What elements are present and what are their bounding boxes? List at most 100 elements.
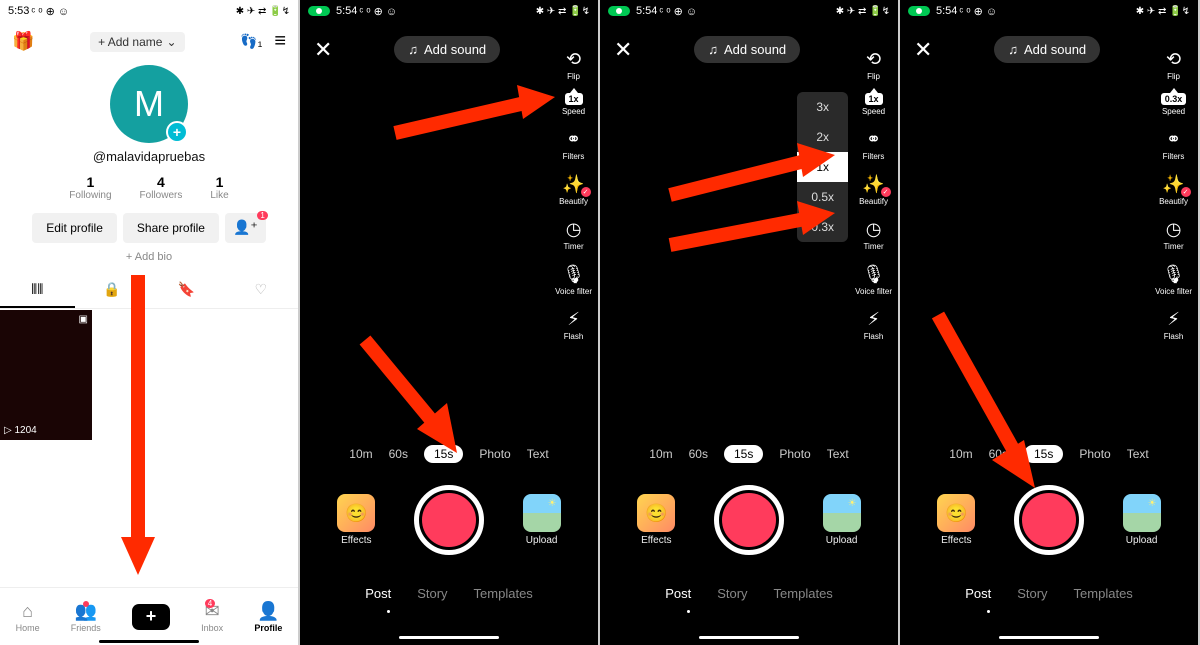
tool-timer[interactable]: ◷Timer [561, 218, 587, 251]
close-icon[interactable]: ✕ [614, 37, 632, 63]
username[interactable]: @malavidapruebas [93, 149, 205, 164]
tool-filters[interactable]: ⚭Filters [1161, 128, 1187, 161]
dur-photo[interactable]: Photo [479, 447, 510, 461]
mode-templates[interactable]: Templates [474, 586, 533, 601]
dur-photo[interactable]: Photo [779, 447, 810, 461]
add-sound-button[interactable]: ♫ Add sound [994, 36, 1100, 63]
dur-text[interactable]: Text [527, 447, 549, 461]
tool-voice-filter[interactable]: 🎙Voice filter [1155, 263, 1192, 296]
timer-icon: ◷ [1161, 218, 1187, 240]
close-icon[interactable]: ✕ [914, 37, 932, 63]
tab-reposts[interactable]: 🔖 [149, 273, 224, 308]
speed-0-3x[interactable]: 0.3x [797, 212, 848, 242]
tool-voice-filter[interactable]: 🎙Voice filter [555, 263, 592, 296]
tool-speed[interactable]: 1xSpeed [562, 93, 585, 116]
tool-speed[interactable]: 1xSpeed [862, 93, 885, 116]
tab-private[interactable]: 🔒 [75, 273, 150, 308]
footprint-icon[interactable]: 👣₁ [240, 33, 262, 50]
effects-button[interactable]: 😊Effects [337, 494, 375, 546]
close-icon[interactable]: ✕ [314, 37, 332, 63]
duration-selector[interactable]: 10m 60s 15s Photo Text [300, 445, 598, 463]
tool-beautify[interactable]: ✨Beautify [559, 173, 588, 206]
mode-selector[interactable]: Post Story Templates [900, 586, 1198, 601]
speed-0-5x[interactable]: 0.5x [797, 182, 848, 212]
nav-inbox[interactable]: ✉4Inbox [201, 601, 223, 633]
tool-filters[interactable]: ⚭Filters [861, 128, 887, 161]
status-icons-left: ᶜ ᵒ ⊕ ☺ [659, 5, 697, 18]
mode-post[interactable]: Post [965, 586, 991, 601]
duration-selector[interactable]: 10m 60s 15s Photo Text [900, 445, 1198, 463]
add-bio-button[interactable]: + Add bio [0, 251, 298, 263]
mode-templates[interactable]: Templates [1074, 586, 1133, 601]
add-sound-button[interactable]: ♫ Add sound [694, 36, 800, 63]
tool-speed[interactable]: 0.3xSpeed [1161, 93, 1187, 116]
dur-text[interactable]: Text [827, 447, 849, 461]
tool-flip[interactable]: ⟲Flip [861, 48, 887, 81]
menu-icon[interactable]: ≡ [274, 30, 286, 53]
dur-10m[interactable]: 10m [949, 447, 972, 461]
record-button[interactable] [1014, 485, 1084, 555]
mode-selector[interactable]: Post Story Templates [300, 586, 598, 601]
speed-2x[interactable]: 2x [797, 122, 848, 152]
record-button[interactable] [714, 485, 784, 555]
tool-timer[interactable]: ◷Timer [1161, 218, 1187, 251]
add-sound-button[interactable]: ♫ Add sound [394, 36, 500, 63]
dur-15s[interactable]: 15s [724, 445, 763, 463]
clock: 5:54 [636, 5, 657, 17]
mode-post[interactable]: Post [365, 586, 391, 601]
avatar[interactable]: M + [110, 65, 188, 143]
tool-filters[interactable]: ⚭Filters [561, 128, 587, 161]
dur-15s[interactable]: 15s [1024, 445, 1063, 463]
dur-10m[interactable]: 10m [649, 447, 672, 461]
tab-grid[interactable]: ⦀⦀ [0, 273, 75, 308]
nav-friends[interactable]: 👥Friends [71, 601, 101, 633]
tool-beautify[interactable]: ✨Beautify [859, 173, 888, 206]
mode-story[interactable]: Story [717, 586, 747, 601]
recording-indicator [608, 6, 630, 16]
effects-button[interactable]: 😊Effects [637, 494, 675, 546]
tool-beautify[interactable]: ✨Beautify [1159, 173, 1188, 206]
nav-create-button[interactable]: + [132, 604, 170, 630]
record-button[interactable] [414, 485, 484, 555]
stat-followers[interactable]: 4Followers [140, 174, 183, 201]
tool-flip[interactable]: ⟲Flip [1161, 48, 1187, 81]
upload-button[interactable]: Upload [823, 494, 861, 546]
duration-selector[interactable]: 10m 60s 15s Photo Text [600, 445, 898, 463]
tool-flash[interactable]: ⚡︎Flash [1161, 308, 1187, 341]
add-name-button[interactable]: + Add name ⌄ [90, 32, 184, 52]
avatar-add-icon[interactable]: + [166, 121, 188, 143]
tool-flash[interactable]: ⚡︎Flash [561, 308, 587, 341]
tool-timer[interactable]: ◷Timer [861, 218, 887, 251]
dur-60s[interactable]: 60s [389, 447, 408, 461]
dur-15s[interactable]: 15s [424, 445, 463, 463]
video-thumbnail[interactable]: ▣ ▷ 1204 [0, 310, 92, 440]
dur-photo[interactable]: Photo [1079, 447, 1110, 461]
stat-likes[interactable]: 1Like [210, 174, 228, 201]
mode-templates[interactable]: Templates [774, 586, 833, 601]
share-profile-button[interactable]: Share profile [123, 213, 219, 243]
edit-profile-button[interactable]: Edit profile [32, 213, 117, 243]
stat-following[interactable]: 1Following [69, 174, 111, 201]
dur-60s[interactable]: 60s [689, 447, 708, 461]
dur-60s[interactable]: 60s [989, 447, 1008, 461]
status-icons-left: ᶜ ᵒ ⊕ ☺ [359, 5, 397, 18]
effects-button[interactable]: 😊Effects [937, 494, 975, 546]
speed-3x[interactable]: 3x [797, 92, 848, 122]
tab-liked[interactable]: ♡ [224, 273, 299, 308]
dur-text[interactable]: Text [1127, 447, 1149, 461]
add-friends-button[interactable]: 👤⁺1 [225, 213, 266, 243]
tool-flip[interactable]: ⟲Flip [561, 48, 587, 81]
mode-story[interactable]: Story [417, 586, 447, 601]
nav-profile[interactable]: 👤Profile [254, 601, 282, 633]
mode-selector[interactable]: Post Story Templates [600, 586, 898, 601]
tool-voice-filter[interactable]: 🎙Voice filter [855, 263, 892, 296]
mode-post[interactable]: Post [665, 586, 691, 601]
nav-home[interactable]: ⌂Home [16, 601, 40, 633]
speed-1x[interactable]: 1x [797, 152, 848, 182]
gift-icon[interactable]: 🎁 [12, 31, 34, 52]
dur-10m[interactable]: 10m [349, 447, 372, 461]
mode-story[interactable]: Story [1017, 586, 1047, 601]
upload-button[interactable]: Upload [1123, 494, 1161, 546]
tool-flash[interactable]: ⚡︎Flash [861, 308, 887, 341]
upload-button[interactable]: Upload [523, 494, 561, 546]
